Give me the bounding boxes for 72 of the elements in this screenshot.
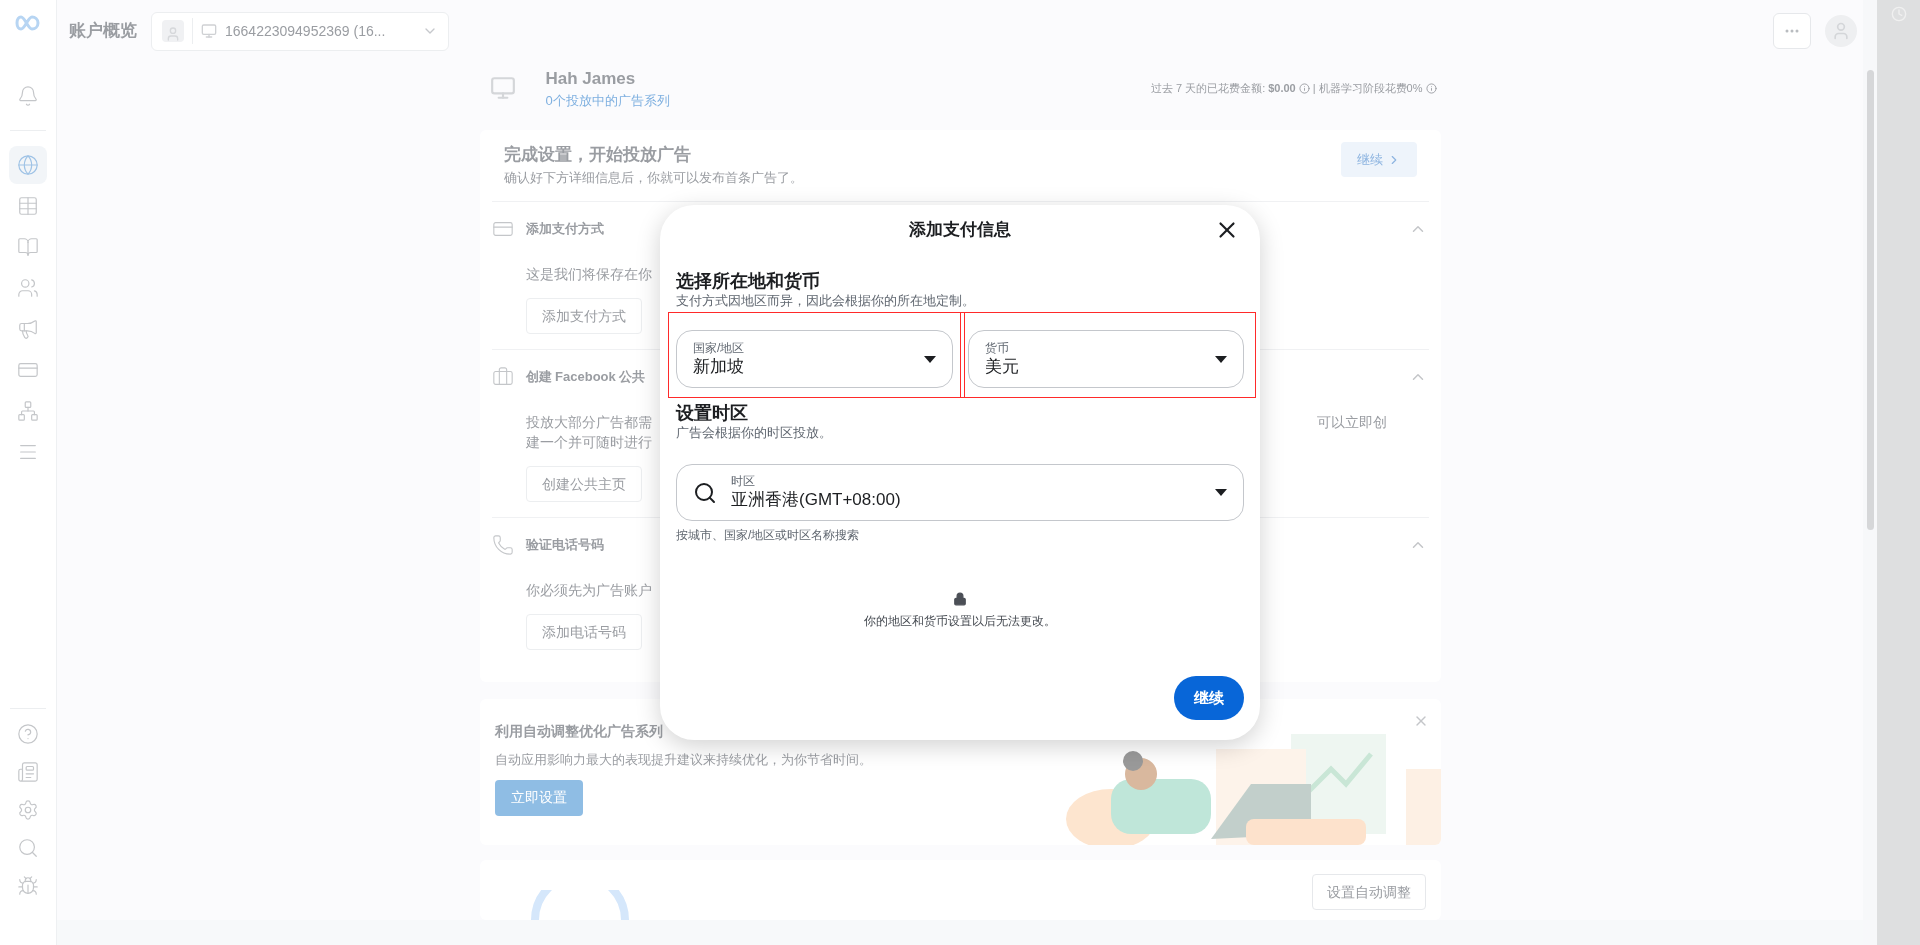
phone-icon (491, 534, 514, 556)
section-subtitle: 广告会根据你的时区投放。 (676, 424, 833, 442)
page-title: 账户概览 (69, 20, 137, 43)
account-name: Hah James (545, 67, 637, 90)
section-title: 创建 Facebook 公共 (525, 368, 646, 387)
section-description: 这是我们将保存在你 (525, 265, 652, 284)
card-title: 利用自动调整优化广告系列 (494, 722, 663, 741)
bell-icon (17, 85, 39, 107)
lock-icon (953, 592, 967, 606)
briefcase-icon (491, 366, 514, 388)
section-description: 投放大部分广告都需 (525, 413, 652, 432)
section-title: 验证电话号码 (525, 536, 604, 555)
card-title: 完成设置，开始投放广告 (503, 144, 691, 166)
section-description: 建一个并可随时进行 (525, 433, 652, 452)
table-icon (17, 195, 39, 217)
profile-avatar (1825, 15, 1857, 47)
card-subtitle: 自动应用影响力最大的表现提升建议来持续优化，为你节省时间。 (494, 751, 872, 769)
dialog-title: 添加支付信息 (909, 219, 1011, 242)
spend-value: $0.00 (1268, 80, 1296, 96)
select-field[interactable]: 国家/地区 新加坡 (676, 330, 953, 388)
more-icon (1785, 29, 1799, 33)
field-value: 美元 (984, 355, 1020, 378)
search-icon (17, 837, 39, 859)
more-button[interactable] (1773, 13, 1811, 49)
section-description: 可以立即创 (1316, 413, 1387, 432)
section-button[interactable]: 创建公共主页 (525, 466, 642, 502)
field-value: 新加坡 (693, 355, 745, 378)
helper-text: 按城市、国家/地区或时区名称搜索 (676, 527, 861, 544)
megaphone-icon (17, 318, 39, 340)
settings-icon (17, 799, 39, 821)
select-field[interactable]: 货币 美元 (967, 330, 1244, 388)
lock-note: 你的地区和货币设置以后无法更改。 (864, 613, 1056, 630)
info-icon (1298, 82, 1310, 94)
caret-icon (1215, 489, 1227, 496)
continue-button[interactable]: 继续 (1174, 676, 1244, 720)
caret-icon (923, 355, 936, 363)
news-icon (17, 761, 39, 783)
card-subtitle: 确认好下方详细信息后，你就可以发布首条广告了。 (503, 168, 803, 187)
bug-icon (17, 875, 39, 897)
search-field[interactable]: 时区 亚洲香港(GMT+08:00) (676, 464, 1244, 521)
field-value: 亚洲香港(GMT+08:00) (731, 489, 902, 511)
account-selector[interactable]: 1664223094952369 (16... (151, 11, 449, 51)
section-button[interactable]: 添加支付方式 (525, 298, 642, 334)
section-title: 添加支付方式 (525, 220, 604, 239)
field-label: 货币 (984, 340, 1010, 356)
globe-icon (17, 154, 39, 176)
section-description: 你必须先为广告账户 (525, 581, 652, 600)
help-icon (17, 723, 39, 745)
continue-button[interactable]: 继续 (1340, 142, 1417, 177)
setup-now-button[interactable]: 立即设置 (494, 779, 583, 816)
campaign-icon (489, 75, 516, 101)
caret-icon (1215, 355, 1227, 363)
campaign-count: 0个投放中的广告系列 (545, 92, 670, 110)
auto-adjust-button[interactable]: 设置自动调整 (1311, 874, 1426, 910)
account-id: 1664223094952369 (16... (225, 21, 387, 41)
sidebar-item[interactable] (9, 146, 47, 184)
book-icon (17, 236, 39, 258)
section-subtitle: 支付方式因地区而异，因此会根据你的所在地定制。 (676, 292, 976, 310)
info-icon (1425, 82, 1437, 94)
separator: | (1312, 80, 1316, 96)
learning-spend: 机器学习阶段花费0% (1318, 80, 1423, 96)
avatar-icon (162, 20, 184, 42)
section-heading: 选择所在地和货币 (676, 270, 821, 292)
section-heading: 设置时区 (676, 402, 749, 424)
spend-label: 过去 7 天的已花费金额: (1150, 80, 1266, 96)
search-icon (693, 480, 717, 505)
ad-account-icon (201, 23, 217, 39)
section-button[interactable]: 添加电话号码 (525, 614, 642, 650)
field-label: 时区 (731, 474, 756, 489)
field-label: 国家/地区 (693, 340, 746, 356)
network-icon (17, 400, 39, 422)
people-icon (17, 277, 39, 299)
